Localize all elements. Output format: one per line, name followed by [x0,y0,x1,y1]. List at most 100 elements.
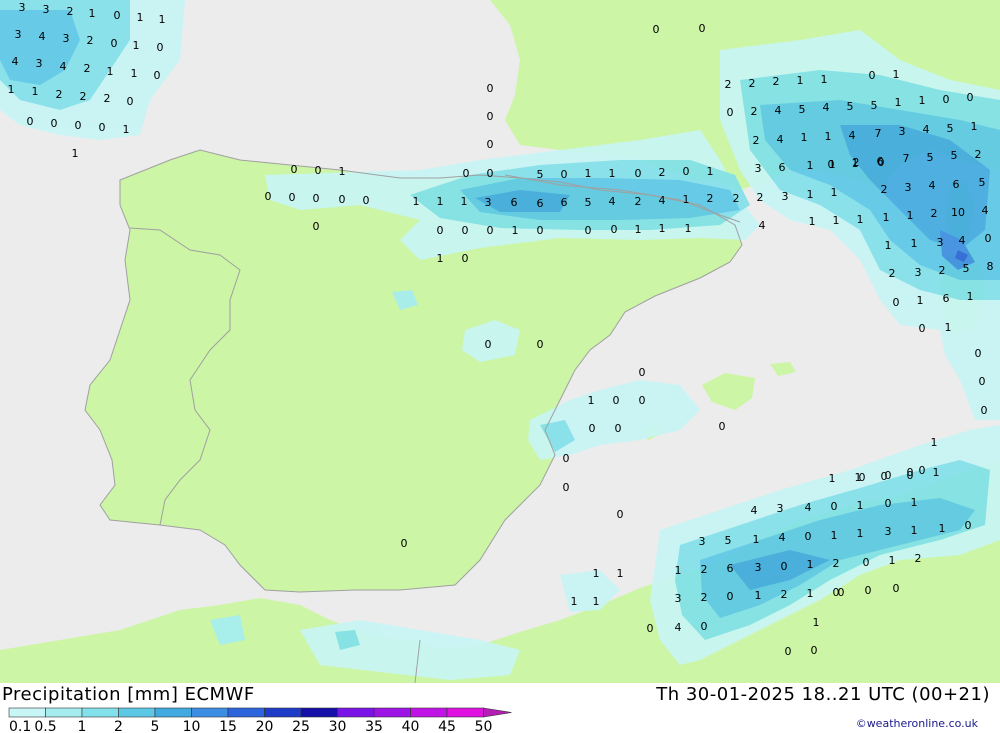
value-label: 0 [869,69,876,82]
value-label: 2 [87,34,94,47]
value-label: 5 [927,151,934,164]
value-label: 2 [781,588,788,601]
value-label: 1 [683,193,690,206]
value-label: 6 [877,155,884,168]
value-label: 2 [833,557,840,570]
value-label: 1 [137,11,144,24]
value-label: 6 [953,178,960,191]
forecast-datetime: Th 30-01-2025 18..21 UTC (00+21) [656,684,990,705]
value-label: 3 [755,561,762,574]
value-label: 6 [537,197,544,210]
value-label: 7 [903,152,910,165]
value-label: 1 [413,195,420,208]
value-label: 1 [945,321,952,334]
value-label: 0 [487,138,494,151]
value-label: 5 [725,534,732,547]
legend-label: 10 [183,719,201,733]
value-label: 0 [561,168,568,181]
value-label: 2 [773,75,780,88]
legend-swatch [264,707,302,718]
value-label: 0 [462,252,469,265]
legend-swatch [373,707,411,718]
value-label: 0 [485,338,492,351]
value-label: 0 [487,224,494,237]
legend-label: 15 [219,719,237,733]
value-label: 1 [685,222,692,235]
legend-swatch [410,707,448,718]
value-label: 0 [27,115,34,128]
value-label: 1 [32,85,39,98]
value-label: 0 [563,481,570,494]
value-label: 0 [127,95,134,108]
legend-label: 25 [292,719,310,733]
value-label: 1 [807,558,814,571]
value-label: 1 [911,237,918,250]
value-label: 1 [831,529,838,542]
value-label: 0 [589,422,596,435]
value-label: 1 [131,67,138,80]
value-label: 4 [12,55,19,68]
value-label: 2 [939,264,946,277]
value-label: 5 [963,262,970,275]
value-label: 0 [487,82,494,95]
value-label: 4 [805,501,812,514]
value-label: 1 [813,616,820,629]
value-label: 0 [727,590,734,603]
legend-label: 50 [475,719,493,733]
value-label: 0 [611,223,618,236]
value-label: 4 [959,234,966,247]
value-label: 0 [967,91,974,104]
value-label: 2 [733,192,740,205]
value-label: 0 [943,93,950,106]
value-label: 4 [929,179,936,192]
value-label: 1 [857,499,864,512]
value-label: 1 [617,567,624,580]
value-label: 0 [865,584,872,597]
value-label: 0 [785,645,792,658]
map-title: Precipitation [mm] ECMWF [2,684,255,705]
value-label: 1 [855,471,862,484]
value-label: 1 [107,65,114,78]
value-label: 2 [84,62,91,75]
value-label: 4 [751,504,758,517]
value-label: 1 [461,195,468,208]
value-label: 1 [821,73,828,86]
value-label: 4 [823,101,830,114]
credit-link[interactable]: ©weatheronline.co.uk [856,717,978,730]
value-label: 0 [265,190,272,203]
value-label: 3 [63,32,70,45]
value-label: 0 [313,192,320,205]
value-label: 5 [537,168,544,181]
value-label: 0 [653,23,660,36]
value-label: 0 [99,121,106,134]
value-label: 1 [933,466,940,479]
value-label: 6 [779,161,786,174]
value-label: 5 [871,99,878,112]
value-label: 1 [857,213,864,226]
value-label: 1 [797,74,804,87]
precipitation-map: 3321011343201043421101122200000110000010… [0,0,1000,684]
value-label: 0 [975,347,982,360]
value-label: 0 [463,167,470,180]
value-label: 1 [89,7,96,20]
value-label: 0 [111,37,118,50]
value-label: 4 [777,133,784,146]
value-label: 5 [799,103,806,116]
value-label: 1 [635,223,642,236]
value-label: 0 [313,220,320,233]
value-label: 2 [707,192,714,205]
value-label: 1 [609,167,616,180]
value-label: 1 [917,294,924,307]
value-label: 0 [537,224,544,237]
map-canvas: 3 3 2 1 0 1 13 4 3 2 0 1 04 3 4 2 1 1 01 1 2 2 2 00 0 0 0 110000 0 10… [0,0,1000,684]
value-label: 0 [981,404,988,417]
value-label: 1 [593,567,600,580]
value-label: 1 [801,131,808,144]
value-label: 2 [757,191,764,204]
legend-swatch [118,707,156,718]
value-label: 0 [339,193,346,206]
value-label: 4 [923,123,930,136]
legend-label: 0.5 [34,719,56,733]
value-label: 1 [659,222,666,235]
value-label: 3 [43,3,50,16]
